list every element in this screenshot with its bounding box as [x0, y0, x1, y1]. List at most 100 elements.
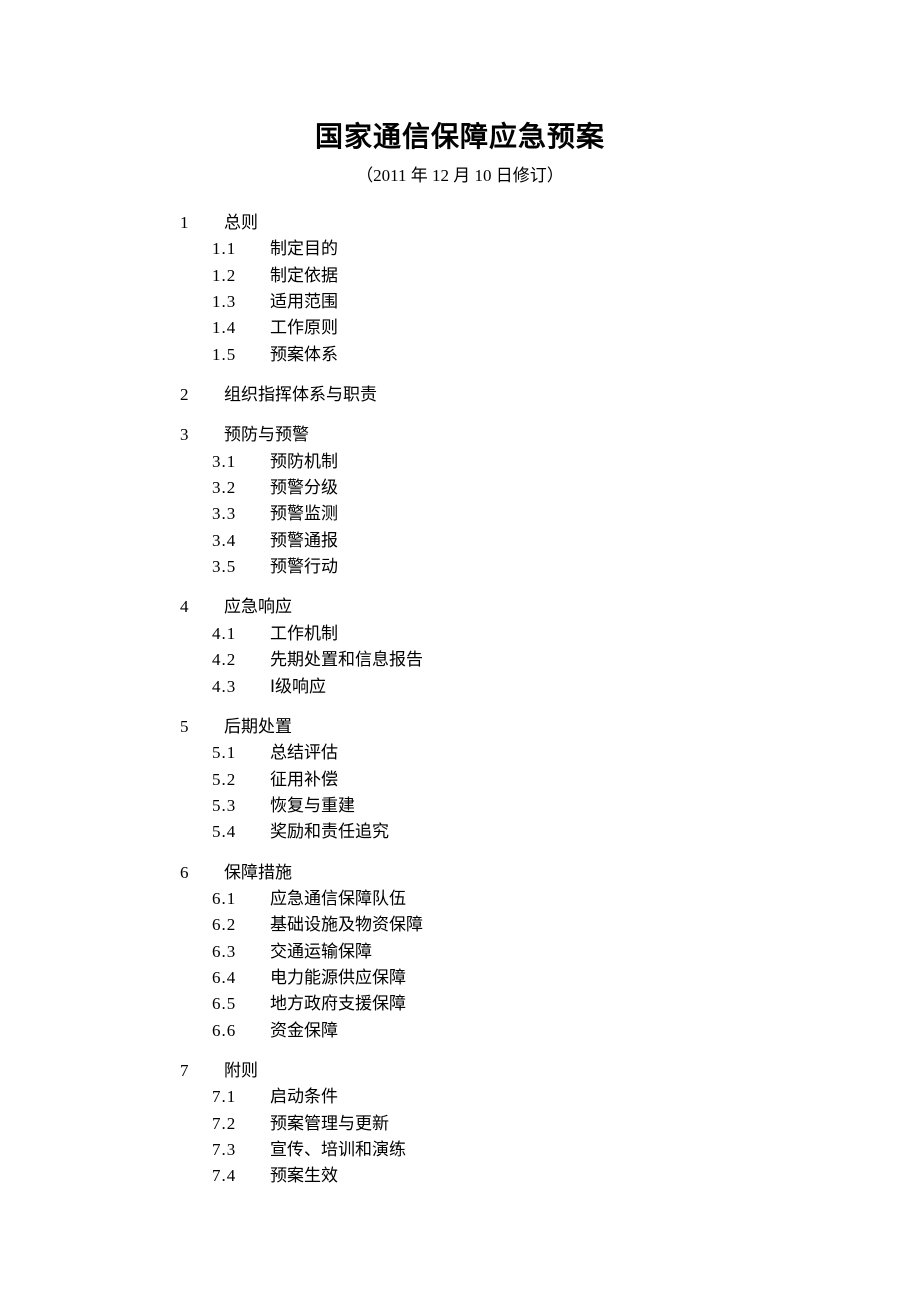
toc-subsection-number: 1.1 [212, 236, 270, 262]
toc-section-number: 3 [180, 422, 224, 448]
toc-subsection-title: 制定目的 [270, 236, 740, 262]
toc-subsection-title: 总结评估 [270, 740, 740, 766]
toc-subsection: 6.6资金保障 [180, 1018, 740, 1044]
toc-subsection-number: 1.2 [212, 263, 270, 289]
toc-subsection: 5.4奖励和责任追究 [180, 819, 740, 845]
toc-section-title: 组织指挥体系与职责 [224, 382, 740, 408]
toc-subsection: 4.3Ⅰ级响应 [180, 674, 740, 700]
toc-subsection-number: 4.1 [212, 621, 270, 647]
toc-subsection-number: 7.4 [212, 1163, 270, 1189]
toc-subsection: 1.1制定目的 [180, 236, 740, 262]
toc-subsection-number: 5.2 [212, 767, 270, 793]
toc-subsection-number: 5.3 [212, 793, 270, 819]
toc-subsection-title: 预警行动 [270, 554, 740, 580]
toc-section-number: 1 [180, 210, 224, 236]
toc-subsection-title: 宣传、培训和演练 [270, 1137, 740, 1163]
toc-subsection-title: 地方政府支援保障 [270, 991, 740, 1017]
toc-subsection-title: 预警通报 [270, 528, 740, 554]
toc-subsection-number: 1.5 [212, 342, 270, 368]
toc-section: 2组织指挥体系与职责 [180, 382, 740, 408]
table-of-contents: 1总则1.1制定目的1.2制定依据1.3适用范围1.4工作原则1.5预案体系 2组… [180, 210, 740, 1190]
toc-section-title: 后期处置 [224, 714, 740, 740]
toc-subsection: 4.1工作机制 [180, 621, 740, 647]
toc-subsection-number: 5.1 [212, 740, 270, 766]
toc-subsection-title: 恢复与重建 [270, 793, 740, 819]
toc-subsection: 5.3恢复与重建 [180, 793, 740, 819]
toc-subsection: 1.2制定依据 [180, 263, 740, 289]
toc-subsection-title: 先期处置和信息报告 [270, 647, 740, 673]
toc-section: 6保障措施6.1应急通信保障队伍6.2基础设施及物资保障6.3交通运输保障6.4… [180, 860, 740, 1044]
toc-subsection-title: 奖励和责任追究 [270, 819, 740, 845]
toc-section-title: 应急响应 [224, 594, 740, 620]
toc-subsection: 7.1启动条件 [180, 1084, 740, 1110]
toc-subsection-number: 4.3 [212, 674, 270, 700]
toc-section-number: 6 [180, 860, 224, 886]
toc-subsection-number: 3.2 [212, 475, 270, 501]
toc-section-title: 预防与预警 [224, 422, 740, 448]
toc-subsection-title: 启动条件 [270, 1084, 740, 1110]
document-title: 国家通信保障应急预案 [180, 115, 740, 155]
toc-subsection-number: 7.1 [212, 1084, 270, 1110]
toc-subsection-title: 预警监测 [270, 501, 740, 527]
toc-section-header: 5后期处置 [180, 714, 740, 740]
toc-section-header: 4应急响应 [180, 594, 740, 620]
toc-section-number: 4 [180, 594, 224, 620]
document-subtitle: （2011 年 12 月 10 日修订） [180, 161, 740, 186]
toc-subsection: 3.1预防机制 [180, 449, 740, 475]
toc-subsection-number: 6.5 [212, 991, 270, 1017]
toc-section-number: 7 [180, 1058, 224, 1084]
toc-subsection: 7.4预案生效 [180, 1163, 740, 1189]
toc-subsection: 6.3交通运输保障 [180, 939, 740, 965]
toc-subsection-title: 预案生效 [270, 1163, 740, 1189]
toc-subsection: 1.4工作原则 [180, 315, 740, 341]
toc-subsection: 1.3适用范围 [180, 289, 740, 315]
toc-section: 5后期处置5.1总结评估5.2征用补偿5.3恢复与重建5.4奖励和责任追究 [180, 714, 740, 846]
toc-subsection-number: 6.4 [212, 965, 270, 991]
toc-subsection-title: 工作原则 [270, 315, 740, 341]
toc-subsection-number: 5.4 [212, 819, 270, 845]
toc-subsection: 6.5地方政府支援保障 [180, 991, 740, 1017]
toc-subsection-title: 预案体系 [270, 342, 740, 368]
toc-subsection: 6.2基础设施及物资保障 [180, 912, 740, 938]
toc-subsection: 7.3宣传、培训和演练 [180, 1137, 740, 1163]
toc-subsection: 6.1应急通信保障队伍 [180, 886, 740, 912]
toc-subsection: 7.2预案管理与更新 [180, 1111, 740, 1137]
toc-subsection-number: 6.2 [212, 912, 270, 938]
toc-subsection: 1.5预案体系 [180, 342, 740, 368]
toc-subsection-number: 1.3 [212, 289, 270, 315]
toc-subsection-number: 7.3 [212, 1137, 270, 1163]
toc-subsection-number: 3.5 [212, 554, 270, 580]
toc-section-title: 附则 [224, 1058, 740, 1084]
toc-subsection-number: 3.4 [212, 528, 270, 554]
toc-subsection-title: 电力能源供应保障 [270, 965, 740, 991]
toc-subsection: 5.2征用补偿 [180, 767, 740, 793]
toc-subsection-number: 1.4 [212, 315, 270, 341]
toc-section-title: 保障措施 [224, 860, 740, 886]
toc-subsection-title: 征用补偿 [270, 767, 740, 793]
toc-section-header: 2组织指挥体系与职责 [180, 382, 740, 408]
toc-subsection: 3.4预警通报 [180, 528, 740, 554]
toc-section-header: 6保障措施 [180, 860, 740, 886]
toc-subsection: 6.4电力能源供应保障 [180, 965, 740, 991]
toc-section-number: 5 [180, 714, 224, 740]
toc-subsection-title: 交通运输保障 [270, 939, 740, 965]
toc-subsection-title: 应急通信保障队伍 [270, 886, 740, 912]
toc-subsection-number: 7.2 [212, 1111, 270, 1137]
toc-section: 3预防与预警3.1预防机制3.2预警分级3.3预警监测3.4预警通报3.5预警行… [180, 422, 740, 580]
toc-subsection-number: 6.6 [212, 1018, 270, 1044]
toc-subsection-title: Ⅰ级响应 [270, 674, 740, 700]
toc-subsection-title: 工作机制 [270, 621, 740, 647]
toc-section-header: 3预防与预警 [180, 422, 740, 448]
toc-subsection-title: 预防机制 [270, 449, 740, 475]
toc-subsection: 3.3预警监测 [180, 501, 740, 527]
toc-section: 7附则7.1启动条件7.2预案管理与更新7.3宣传、培训和演练7.4预案生效 [180, 1058, 740, 1190]
toc-subsection-number: 6.1 [212, 886, 270, 912]
toc-subsection-title: 基础设施及物资保障 [270, 912, 740, 938]
toc-subsection: 4.2先期处置和信息报告 [180, 647, 740, 673]
toc-subsection-number: 6.3 [212, 939, 270, 965]
toc-subsection-number: 4.2 [212, 647, 270, 673]
toc-section: 4应急响应4.1工作机制4.2先期处置和信息报告4.3Ⅰ级响应 [180, 594, 740, 699]
toc-subsection: 3.5预警行动 [180, 554, 740, 580]
toc-section-header: 1总则 [180, 210, 740, 236]
toc-subsection: 3.2预警分级 [180, 475, 740, 501]
